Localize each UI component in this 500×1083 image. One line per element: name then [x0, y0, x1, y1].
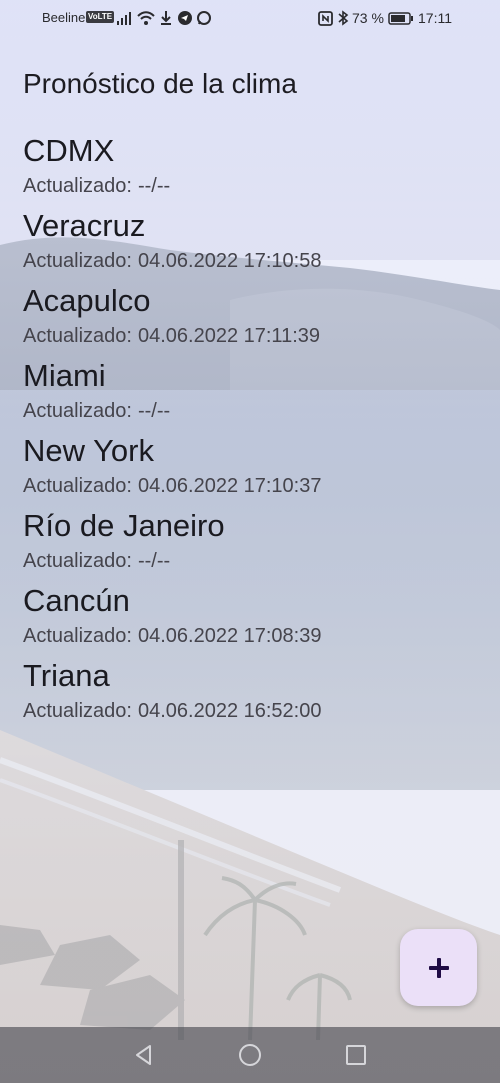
battery-percentage: 73 %	[352, 10, 384, 26]
updated-value: --/--	[137, 550, 171, 572]
status-bar: Beeline VoLTE 73 % 17:11	[0, 0, 500, 38]
city-updated-text: Actualizado: 04.06.2022 16:52:00	[23, 699, 321, 723]
volte-badge: VoLTE	[86, 11, 115, 23]
updated-value: --/--	[137, 400, 171, 422]
city-updated-text: Actualizado: 04.06.2022 17:08:39	[23, 624, 321, 648]
city-name: Miami	[23, 358, 106, 393]
city-name: Triana	[23, 658, 110, 693]
city-updated-text: Actualizado: 04.06.2022 17:10:37	[23, 474, 321, 498]
updated-value: 04.06.2022 17:10:58	[137, 250, 322, 272]
city-list-item[interactable]: Miami Actualizado: --/--	[23, 353, 483, 428]
city-list-item[interactable]: New York Actualizado: 04.06.2022 17:10:37	[23, 428, 483, 503]
bluetooth-icon	[338, 10, 349, 26]
city-list-item[interactable]: Acapulco Actualizado: 04.06.2022 17:11:39	[23, 278, 483, 353]
nfc-icon	[318, 11, 333, 26]
city-name: CDMX	[23, 133, 115, 168]
status-time: 17:11	[418, 10, 452, 26]
city-updated-text: Actualizado: --/--	[23, 174, 170, 198]
updated-value: --/--	[137, 175, 171, 197]
city-name: Río de Janeiro	[23, 508, 225, 543]
city-name: Cancún	[23, 583, 130, 618]
updated-value: 04.06.2022 17:08:39	[137, 625, 322, 647]
updated-label: Actualizado:	[23, 175, 132, 197]
city-list-item[interactable]: Triana Actualizado: 04.06.2022 16:52:00	[23, 653, 483, 728]
city-updated-text: Actualizado: 04.06.2022 17:10:58	[23, 249, 321, 273]
city-list-item[interactable]: Veracruz Actualizado: 04.06.2022 17:10:58	[23, 203, 483, 278]
updated-label: Actualizado:	[23, 325, 132, 347]
telegram-icon	[178, 11, 192, 25]
home-icon[interactable]	[236, 1041, 264, 1069]
city-name: New York	[23, 433, 154, 468]
screen: Beeline VoLTE 73 % 17:11 Pronóstico de l…	[0, 0, 500, 1083]
city-list-item[interactable]: Río de Janeiro Actualizado: --/--	[23, 503, 483, 578]
city-list-item[interactable]: CDMX Actualizado: --/--	[23, 128, 483, 203]
city-list-item[interactable]: Cancún Actualizado: 04.06.2022 17:08:39	[23, 578, 483, 653]
add-city-button[interactable]	[400, 929, 477, 1006]
city-name: Acapulco	[23, 283, 151, 318]
page-title: Pronóstico de la clima	[23, 68, 297, 99]
updated-label: Actualizado:	[23, 625, 132, 647]
updated-label: Actualizado:	[23, 550, 132, 572]
whatsapp-icon	[197, 11, 211, 25]
updated-label: Actualizado:	[23, 475, 132, 497]
navigation-bar	[0, 1027, 500, 1083]
back-icon[interactable]	[130, 1041, 158, 1069]
signal-icon	[117, 12, 131, 25]
updated-value: 04.06.2022 17:10:37	[137, 475, 322, 497]
updated-value: 04.06.2022 17:11:39	[137, 325, 320, 347]
city-updated-text: Actualizado: --/--	[23, 549, 170, 573]
battery-icon	[388, 12, 413, 25]
updated-label: Actualizado:	[23, 250, 132, 272]
updated-value: 04.06.2022 16:52:00	[137, 700, 322, 722]
city-name: Veracruz	[23, 208, 146, 243]
plus-icon	[428, 957, 449, 978]
recents-icon[interactable]	[342, 1041, 370, 1069]
carrier-label: Beeline	[42, 10, 86, 25]
download-icon	[161, 11, 171, 25]
city-updated-text: Actualizado: 04.06.2022 17:11:39	[23, 324, 320, 348]
updated-label: Actualizado:	[23, 700, 132, 722]
city-list: CDMX Actualizado: --/-- Veracruz Actualiz…	[23, 128, 483, 728]
updated-label: Actualizado:	[23, 400, 132, 422]
wifi-icon	[137, 11, 155, 25]
city-updated-text: Actualizado: --/--	[23, 399, 170, 423]
